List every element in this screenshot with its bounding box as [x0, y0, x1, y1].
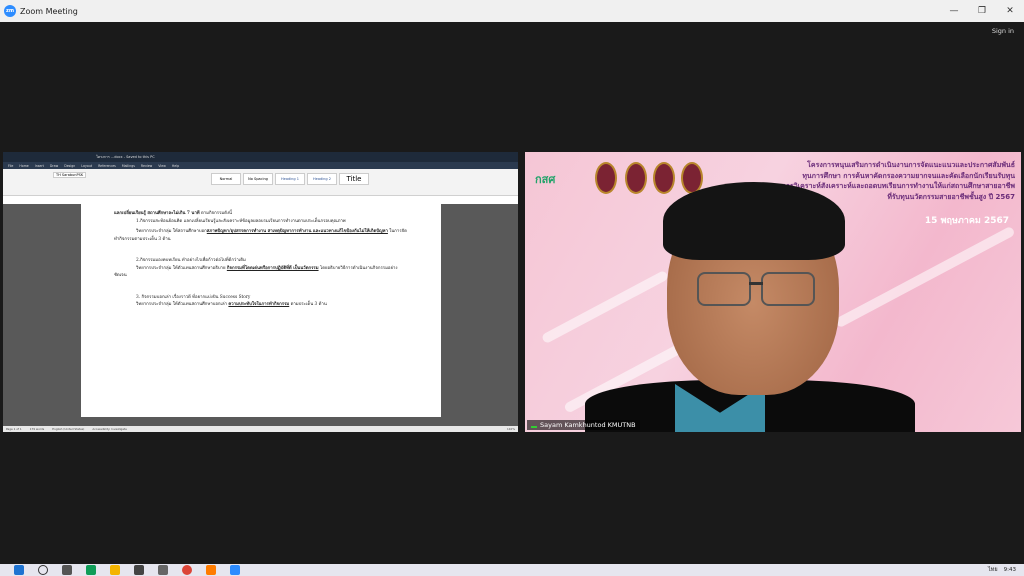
- glasses-icon: [761, 272, 815, 306]
- participant-nametag: Sayam Kamkhuntod KMUTNB: [527, 420, 640, 430]
- glasses-bridge: [749, 282, 763, 285]
- status-zoom[interactable]: 110%: [507, 427, 515, 431]
- search-icon[interactable]: [38, 565, 48, 575]
- app-icon[interactable]: [158, 565, 168, 575]
- eef-logo: กสศ: [535, 173, 556, 186]
- status-words: 179 words: [29, 427, 45, 431]
- tab-view[interactable]: View: [158, 164, 166, 168]
- glasses-icon: [697, 272, 751, 306]
- font-name-box[interactable]: TH SarabunPSK: [53, 172, 87, 178]
- word-canvas: แลกเปลี่ยนเรียนรู้ สถานศึกษาละไม่เกิน 7 …: [3, 204, 518, 426]
- tab-help[interactable]: Help: [172, 164, 179, 168]
- person-hair: [663, 182, 845, 260]
- shared-screen: โครงการ ...docx - Saved to this PC File …: [3, 152, 518, 432]
- zoom-titlebar: zm Zoom Meeting — ❐ ✕: [0, 0, 1024, 22]
- chrome-icon[interactable]: [182, 565, 192, 575]
- doc-para-3: 3. กิจกรรมบอกเล่า เรื่องราวดี ที่อยากแบ่…: [136, 294, 251, 300]
- banner-line: โครงการหนุนเสริมการดำเนินงานการจัดแนะแนว…: [807, 161, 1015, 169]
- doc-heading-tail: ตามกิจกรรมดังนี้: [199, 211, 232, 216]
- word-titlebar: โครงการ ...docx - Saved to this PC: [3, 152, 518, 162]
- tab-review[interactable]: Review: [141, 164, 152, 168]
- style-heading-1[interactable]: Heading 1: [275, 173, 305, 185]
- style-heading-2[interactable]: Heading 2: [307, 173, 337, 185]
- maximize-button[interactable]: ❐: [968, 0, 996, 22]
- participant-name: Sayam Kamkhuntod KMUTNB: [540, 421, 636, 429]
- tab-references[interactable]: References: [98, 164, 116, 168]
- minimize-button[interactable]: —: [940, 0, 968, 22]
- banner-date: 15 พฤษภาคม 2567: [924, 216, 1009, 226]
- status-language: English (United States): [52, 427, 85, 431]
- doc-para-3b-pre: วิทยากรประจำกลุ่ม ให้ตัวแทนสถานศึกษาบอกเ…: [136, 302, 229, 307]
- tab-draw[interactable]: Draw: [50, 164, 58, 168]
- status-page: Page 1 of 1: [6, 427, 22, 431]
- tab-insert[interactable]: Insert: [35, 164, 44, 168]
- word-status-bar: Page 1 of 1 179 words English (United St…: [3, 426, 518, 432]
- word-ribbon: TH SarabunPSK Normal No Spacing Heading …: [3, 169, 518, 196]
- zoom-taskbar-icon[interactable]: [230, 565, 240, 575]
- tab-design[interactable]: Design: [64, 164, 75, 168]
- word-doc-title: โครงการ ...docx - Saved to this PC: [96, 155, 155, 159]
- doc-para-1b-pre: วิทยากรประจำกลุ่ม ให้สถานศึกษาบอก: [136, 229, 207, 234]
- emblem-icon: [595, 162, 617, 194]
- style-title[interactable]: Title: [339, 173, 369, 185]
- window-controls: — ❐ ✕: [940, 0, 1024, 22]
- windows-taskbar: ไทย 9:43: [0, 564, 1024, 576]
- doc-para-2b-underline: กิจกรรมที่โดดเด่นหรือการปฏิบัติที่ดี เป็…: [226, 265, 319, 271]
- doc-para-1: 1.กิจกรรมสะท้อนย้อนคิด แลกเปลี่ยนเรียนรู…: [136, 218, 346, 224]
- word-ribbon-tabs: File Home Insert Draw Design Layout Refe…: [3, 162, 518, 169]
- style-normal[interactable]: Normal: [211, 173, 241, 185]
- file-explorer-icon[interactable]: [110, 565, 120, 575]
- start-icon[interactable]: [14, 565, 24, 575]
- close-button[interactable]: ✕: [996, 0, 1024, 22]
- banner-line: ทุนการศึกษา การค้นหาคัดกรองความยากจนและค…: [802, 171, 1015, 180]
- doc-para-3b-underline: ความประทับใจในการทำกิจกรรม: [228, 302, 290, 307]
- document-page[interactable]: แลกเปลี่ยนเรียนรู้ สถานศึกษาละไม่เกิน 7 …: [81, 204, 441, 417]
- input-language[interactable]: ไทย: [988, 566, 998, 574]
- tab-file[interactable]: File: [8, 164, 13, 168]
- sign-in-link[interactable]: Sign in: [992, 27, 1014, 35]
- signal-icon: [531, 422, 537, 428]
- mail-icon[interactable]: [134, 565, 144, 575]
- doc-para-2b-pre: วิทยากรประจำกลุ่ม ให้ตัวแทนสถานศึกษาอธิบ…: [136, 265, 227, 271]
- tab-mailings[interactable]: Mailings: [122, 164, 135, 168]
- tab-home[interactable]: Home: [19, 164, 28, 168]
- background-stripe: [540, 269, 670, 345]
- emblem-icon: [653, 162, 675, 194]
- style-no-spacing[interactable]: No Spacing: [243, 173, 273, 185]
- participant-video[interactable]: กสศ โครงการหนุนเสริมการดำเนินงานการจัดแน…: [525, 152, 1021, 432]
- edge-icon[interactable]: [86, 565, 96, 575]
- status-accessibility[interactable]: Accessibility: Investigate: [92, 427, 126, 431]
- doc-para-2: 2.กิจกรรมมองคบทเรียน ทำอย่างไรเพื่อก้าวต…: [136, 258, 246, 263]
- clock-time[interactable]: 9:43: [1004, 567, 1016, 573]
- background-stripe: [834, 225, 1016, 329]
- zoom-logo-icon: zm: [4, 5, 16, 17]
- doc-heading: แลกเปลี่ยนเรียนรู้ สถานศึกษาละไม่เกิน 7 …: [114, 211, 200, 216]
- emblem-icon: [625, 162, 647, 194]
- doc-para-3b-post: ตามประเด็น 3 ด้าน: [289, 302, 327, 307]
- task-view-icon[interactable]: [62, 565, 72, 575]
- doc-para-1b-underline: สภาพปัญหา/อุปสรรคการทำงาน สาเหตุปัญหาการ…: [206, 229, 388, 234]
- tab-layout[interactable]: Layout: [81, 164, 92, 168]
- system-tray: ไทย 9:43: [988, 564, 1016, 576]
- window-title: Zoom Meeting: [20, 6, 78, 16]
- illustrator-icon[interactable]: [206, 565, 216, 575]
